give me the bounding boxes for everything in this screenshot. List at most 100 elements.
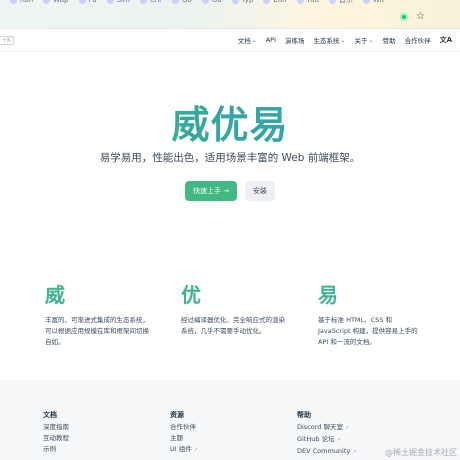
bookmark-star-icon[interactable]: ☆ <box>416 12 425 22</box>
chevron-down-icon: ⌄ <box>368 36 374 44</box>
nav-item[interactable]: 文档 ⌄ <box>237 35 257 46</box>
footer-link[interactable]: 互动教程 <box>43 433 69 444</box>
bookmark-item[interactable]: 音乐 <box>328 0 353 6</box>
bookmark-label: Yuu <box>306 0 319 4</box>
footer-link-label: 主题 <box>170 434 183 442</box>
extension-icon[interactable] <box>400 13 409 21</box>
footer-link[interactable]: 示例 <box>43 444 69 455</box>
feature-title: 易 <box>318 283 423 307</box>
favicon-icon <box>78 0 86 4</box>
get-started-label: 快速上手 <box>193 187 222 195</box>
bookmark-label: Chr <box>149 0 163 4</box>
bookmark-item[interactable]: Wap <box>43 0 69 6</box>
feature-description: 经过编译器优化、完全响应式的渲染系统，几乎不需要手动优化。 <box>181 316 285 335</box>
favicon-icon <box>201 0 209 4</box>
footer-link[interactable]: UI 组件 ↗ <box>170 444 198 456</box>
nav-item-label: 关于 <box>354 37 368 45</box>
nav-item[interactable]: API <box>266 35 276 45</box>
external-link-icon: ↗ <box>352 449 357 455</box>
bookmark-item[interactable]: Yuu <box>296 0 319 6</box>
nav-item-label: 合作伙伴 <box>404 37 431 45</box>
bookmark-item[interactable]: Sim <box>106 0 130 6</box>
footer-column: 文档深度指南互动教程示例 <box>43 410 69 455</box>
nav-item-label: 演练场 <box>285 37 305 45</box>
bookmark-label: Fu <box>88 0 97 4</box>
favicon-icon <box>263 0 271 4</box>
feature-title: 优 <box>181 283 286 307</box>
footer-heading: 文档 <box>43 411 57 419</box>
footer-link-label: UI 组件 <box>170 445 192 453</box>
watermark: @稀土掘金技术社区 <box>385 448 457 457</box>
nav-item-label: 赞助 <box>382 37 396 45</box>
nav-item[interactable]: 赞助 <box>383 35 396 45</box>
feature-description: 丰富的、可渐进式集成的生态系统，可以根据应用规模在库和框架间切换自如。 <box>45 316 149 346</box>
footer-link-label: 互动教程 <box>43 434 69 442</box>
external-link-icon: ↗ <box>193 447 198 453</box>
bookmark-item[interactable]: Go <box>172 0 192 6</box>
bookmark-item[interactable]: Fu <box>78 0 97 6</box>
external-link-icon: ↗ <box>336 437 341 443</box>
nav-menu: 文档 ⌄ API 演练场 生态系统 ⌄ 关于 ⌄ 赞助 合作伙伴 文A <box>238 35 452 45</box>
browser-bookmarks-bar: Ron Wap Fu Sim Chr Go Gu Typ Ean Yuu 音乐 Wit ☆ <box>0 0 460 29</box>
footer-column: 帮助 Discord 聊天室 ↗ GitHub 论坛 ↗ DEV Community ↗ <box>297 410 356 458</box>
top-navigation: +K 文档 ⌄ API 演练场 生态系统 ⌄ 关于 ⌄ 赞助 合作伙伴 文A <box>0 29 460 52</box>
nav-item[interactable]: 演练场 <box>285 35 305 45</box>
chevron-down-icon: ⌄ <box>251 36 257 44</box>
footer-column: 资源合作伙伴主题 UI 组件 ↗ <box>170 410 198 456</box>
favicon-icon <box>43 0 51 4</box>
bookmark-item[interactable]: Gu <box>201 0 222 6</box>
language-switch-icon[interactable]: 文A <box>440 35 452 45</box>
footer-link-label: GitHub 论坛 <box>297 435 335 443</box>
search-shortcut[interactable]: +K <box>0 36 14 45</box>
footer-link[interactable]: 合作伙伴 <box>170 422 198 433</box>
footer-link[interactable]: 深度指南 <box>43 422 69 433</box>
bookmark-item[interactable]: Wit <box>362 0 385 6</box>
nav-item-label: API <box>265 36 277 44</box>
bookmark-item[interactable]: Chr <box>139 0 163 6</box>
favicon-icon <box>139 0 147 4</box>
bookmark-label: Typ <box>241 0 254 4</box>
chevron-down-icon: ⌄ <box>340 36 346 44</box>
get-started-button[interactable]: 快速上手 → <box>185 181 237 201</box>
nav-item[interactable]: 合作伙伴 <box>405 35 431 45</box>
bookmark-item[interactable]: Ean <box>263 0 287 6</box>
footer-link-label: DEV Community <box>297 447 351 455</box>
favicon-icon <box>328 0 336 4</box>
feature-description: 基于标准 HTML、CSS 和 JavaScript 构建，提供容易上手的 AP… <box>318 316 418 346</box>
nav-item[interactable]: 生态系统 ⌄ <box>313 35 346 46</box>
feature-title: 威 <box>45 283 150 307</box>
site-footer: 文档 深度指南 互动教程 示例 资源 合作伙伴 主题 UI 组件 ↗ 帮助 Discord 聊天… <box>0 380 460 460</box>
footer-link[interactable]: GitHub 论坛 ↗ <box>297 434 356 446</box>
favicon-icon <box>296 0 304 4</box>
bookmark-item[interactable]: Typ <box>231 0 254 6</box>
favicon-icon <box>106 0 114 4</box>
bookmark-label: Sim <box>116 0 130 4</box>
footer-link-label: 深度指南 <box>43 423 69 431</box>
bookmark-label: 音乐 <box>338 0 353 4</box>
favicon-icon <box>172 0 180 4</box>
bookmark-label: Wap <box>53 0 69 4</box>
hero-title: 威优易 <box>0 94 460 149</box>
feature-card: 威 丰富的、可渐进式集成的生态系统，可以根据应用规模在库和框架间切换自如。 <box>45 283 150 348</box>
bookmark-list: Ron Wap Fu Sim Chr Go Gu Typ Ean Yuu 音乐 Wit <box>0 0 384 6</box>
footer-link[interactable]: 主题 <box>170 433 198 444</box>
footer-heading: 帮助 <box>297 411 311 419</box>
hero-actions: 快速上手 → 安装 <box>0 181 460 201</box>
nav-item-label: 生态系统 <box>313 37 340 45</box>
bookmark-item[interactable]: Ron <box>10 0 33 6</box>
arrow-right-icon: → <box>223 187 229 195</box>
favicon-icon <box>10 0 17 4</box>
nav-item-label: 文档 <box>237 37 251 45</box>
nav-item[interactable]: 关于 ⌄ <box>354 35 374 46</box>
footer-link[interactable]: DEV Community ↗ <box>297 446 356 458</box>
footer-heading: 资源 <box>170 411 184 419</box>
favicon-icon <box>231 0 239 4</box>
footer-link[interactable]: Discord 聊天室 ↗ <box>297 422 356 434</box>
footer-link-label: 合作伙伴 <box>170 423 196 431</box>
footer-link-label: 示例 <box>43 445 56 453</box>
feature-card: 优 经过编译器优化、完全响应式的渲染系统，几乎不需要手动优化。 <box>181 283 286 337</box>
bookmark-label: Wit <box>372 0 385 4</box>
bookmark-label: Gu <box>211 0 222 4</box>
footer-link-label: Discord 聊天室 <box>297 423 343 431</box>
install-button[interactable]: 安装 <box>244 181 275 201</box>
